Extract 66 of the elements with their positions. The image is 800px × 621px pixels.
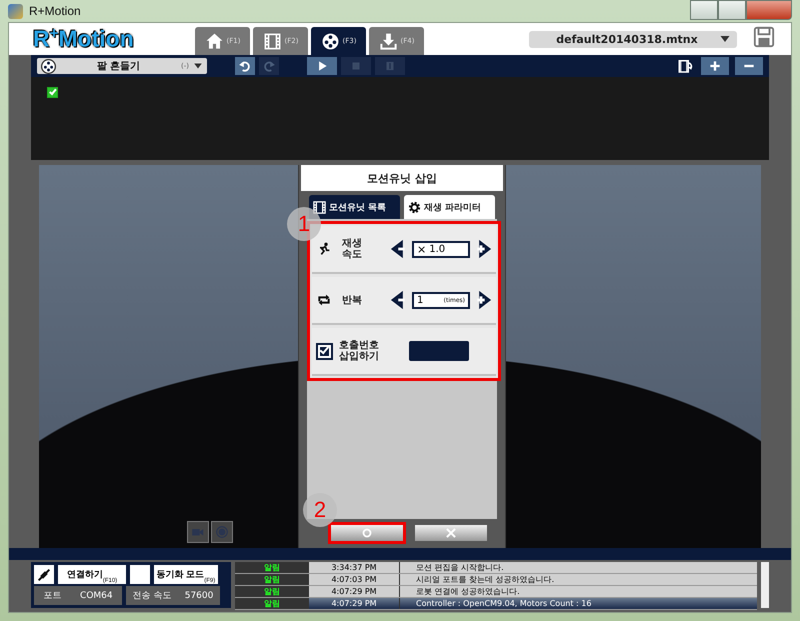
- file-dropdown[interactable]: default20140318.mtnx: [529, 30, 737, 48]
- log-time: 4:07:29 PM: [330, 599, 378, 608]
- log-message: 모션 편집을 시작합니다.: [399, 562, 757, 573]
- tab[interactable]: 모션유닛 목록: [309, 195, 400, 219]
- checkbox[interactable]: [316, 342, 333, 360]
- caret-icon: [193, 61, 203, 71]
- log-message: 시리얼 포트를 찾는데 성공하였습니다.: [399, 574, 757, 585]
- settings-icon: [407, 200, 422, 214]
- app-icon: [8, 4, 23, 18]
- add-button[interactable]: [701, 57, 729, 75]
- film-icon: [312, 200, 327, 214]
- repeat-icon: [316, 292, 332, 308]
- log-type: 알림: [235, 562, 309, 573]
- dialog-title: 모션유닛 삽입: [301, 165, 503, 191]
- logo: R$^{+}$Motion: [33, 25, 135, 53]
- step-number-badge: 2: [303, 493, 337, 527]
- download-icon: [378, 32, 398, 50]
- plus-icon: [708, 59, 722, 73]
- call-number-field[interactable]: [409, 341, 469, 361]
- info-label: 포트: [43, 590, 62, 602]
- log-row[interactable]: 알림 4:07:29 PM Controller : OpenCM9.04, Motors Count : 16: [235, 598, 757, 610]
- log-type: 알림: [235, 598, 309, 609]
- info-label: 전송 속도: [132, 590, 172, 602]
- target-icon: [215, 525, 229, 539]
- info-value: COM64: [80, 590, 113, 600]
- log-type: 알림: [235, 586, 309, 597]
- clip-icon[interactable]: [677, 57, 695, 75]
- checkbox[interactable]: [47, 87, 58, 98]
- log-time: 4:07:03 PM: [330, 575, 378, 584]
- plug-icon[interactable]: [34, 565, 54, 584]
- undo-button[interactable]: [235, 57, 255, 75]
- close-icon: [444, 526, 458, 540]
- play-button[interactable]: [307, 57, 337, 75]
- log-time: 4:07:29 PM: [330, 587, 378, 596]
- scrollbar[interactable]: [761, 562, 769, 608]
- log-type: 알림: [235, 574, 309, 585]
- window-title: R+Motion: [29, 4, 82, 18]
- remove-button[interactable]: [735, 57, 763, 75]
- sync-mode-toggle[interactable]: [130, 565, 150, 584]
- info-value: 57600: [184, 590, 214, 600]
- parameter-label: 재생 속도: [341, 238, 363, 260]
- value-field[interactable]: × 1.0: [412, 240, 470, 258]
- tab[interactable]: 재생 파라미터: [404, 195, 495, 219]
- log-row[interactable]: 알림 4:07:03 PM 시리얼 포트를 찾는데 성공하였습니다.: [235, 574, 757, 586]
- home-icon: [204, 32, 224, 50]
- film-reel-icon: [320, 32, 340, 50]
- maximize-button[interactable]: [718, 0, 746, 20]
- cancel-button[interactable]: [415, 525, 487, 541]
- log-row[interactable]: 알림 3:34:37 PM 모션 편집을 시작합니다.: [235, 562, 757, 574]
- film-icon: [262, 32, 282, 50]
- save-icon[interactable]: [753, 26, 775, 48]
- film-reel-icon: [41, 58, 56, 74]
- minimize-button[interactable]: [690, 0, 718, 20]
- close-button[interactable]: [746, 0, 792, 20]
- circle-icon: [360, 526, 374, 540]
- camera-button[interactable]: [187, 521, 209, 543]
- parameter-label: 반복: [341, 294, 363, 306]
- log-message: Controller : OpenCM9.04, Motors Count : 16: [399, 598, 757, 609]
- redo-icon: [262, 59, 276, 73]
- log-message: 로봇 연결에 성공하였습니다.: [399, 586, 757, 597]
- target-button[interactable]: [211, 521, 233, 543]
- step-number-badge: 1: [287, 207, 321, 241]
- checkbox-label: 호출번호 삽입하기: [339, 340, 380, 362]
- ok-button[interactable]: [331, 525, 403, 541]
- undo-icon: [238, 59, 252, 73]
- log-time: 3:34:37 PM: [330, 563, 378, 572]
